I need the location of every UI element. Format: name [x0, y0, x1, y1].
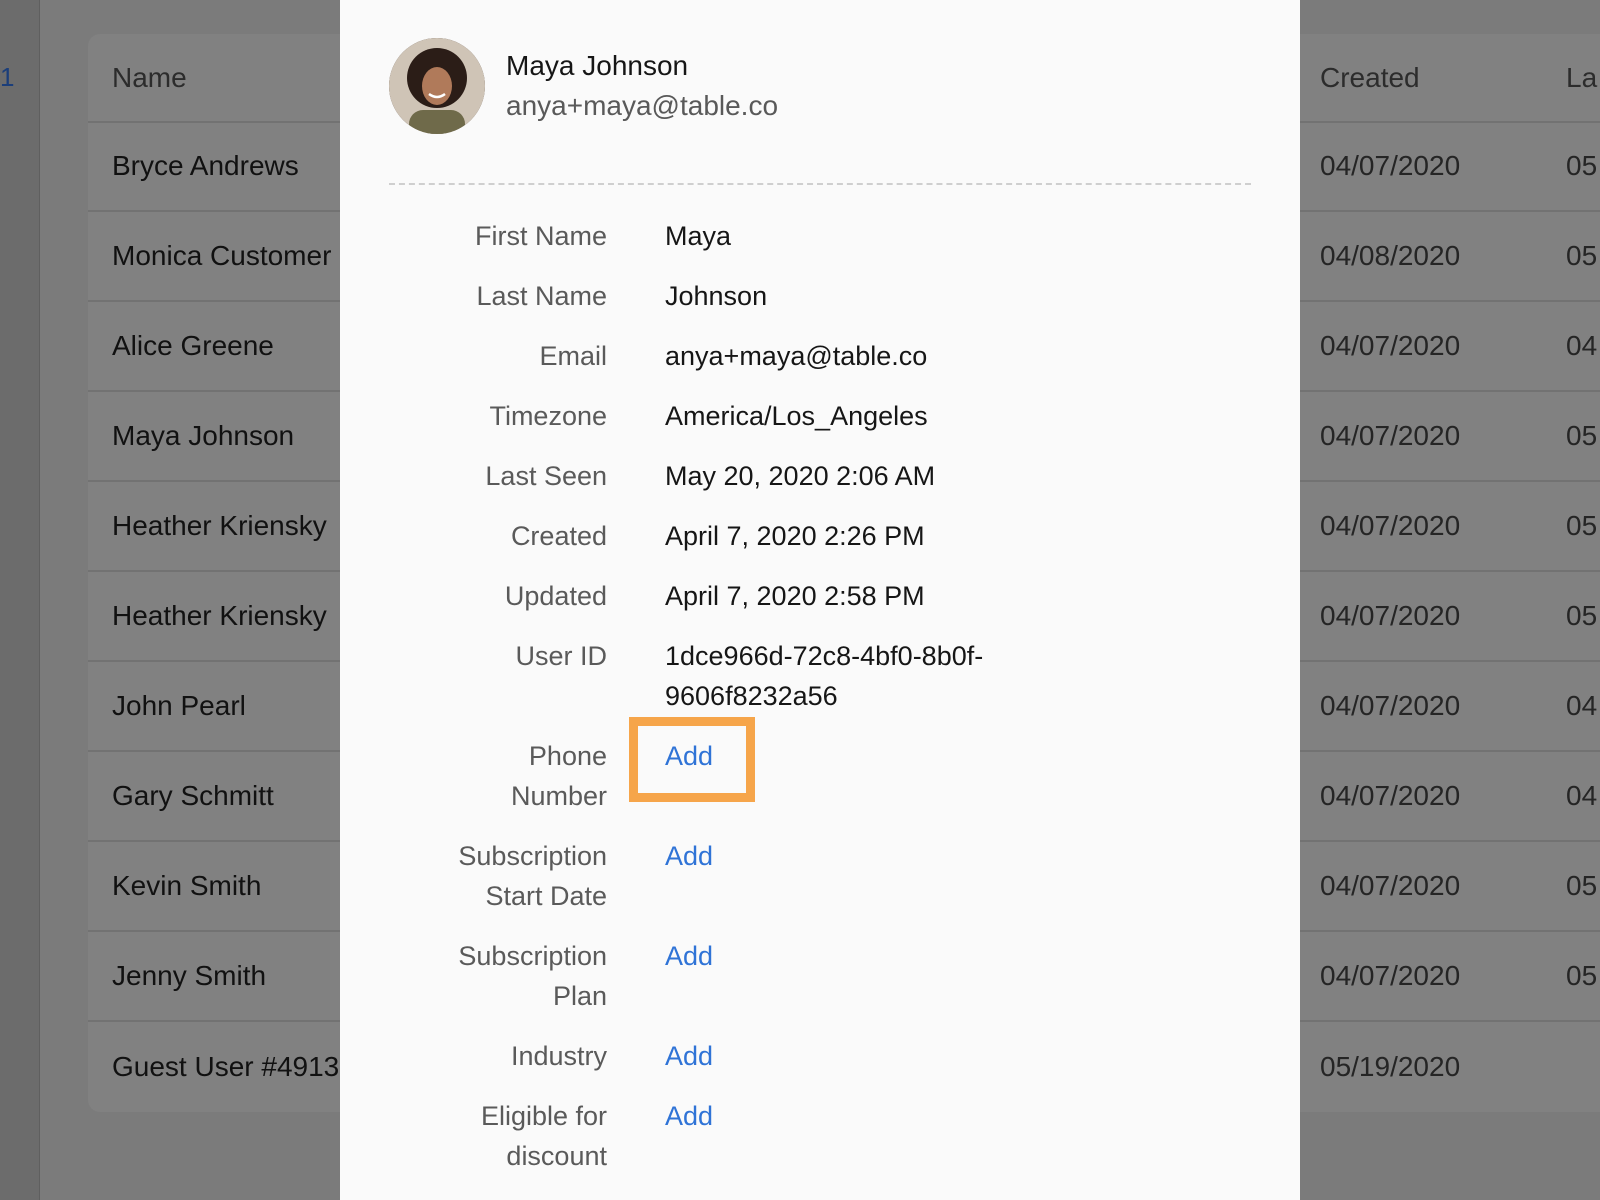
column-header-last[interactable]: La [1566, 34, 1597, 121]
row-last: 05 [1566, 600, 1598, 631]
value-last-name: Johnson [665, 281, 768, 311]
column-header-name[interactable]: Name [112, 34, 187, 121]
row-name: Heather Kriensky [112, 600, 327, 631]
profile-name: Maya Johnson [506, 50, 689, 81]
highlight-box [629, 717, 755, 802]
row-created: 04/08/2020 [1320, 240, 1461, 271]
profile-email: anya+maya@table.co [506, 90, 779, 121]
row-last: 05 [1566, 870, 1598, 901]
row-last: 05 [1566, 960, 1598, 991]
label-eligible-discount-line2: discount [506, 1141, 607, 1171]
row-last: 05 [1566, 240, 1598, 271]
row-last: 04 [1566, 330, 1598, 361]
divider [389, 183, 1251, 185]
label-last-seen: Last Seen [485, 461, 607, 491]
row-created: 04/07/2020 [1320, 960, 1461, 991]
value-updated: April 7, 2020 2:58 PM [665, 581, 925, 611]
row-last: 05 [1566, 150, 1598, 181]
background-sidebar: 1 [0, 0, 40, 1200]
label-subscription-start-line2: Start Date [485, 881, 607, 911]
row-name: Kevin Smith [112, 870, 262, 901]
row-created: 05/19/2020 [1320, 1051, 1461, 1082]
value-last-seen: May 20, 2020 2:06 AM [665, 461, 936, 491]
label-user-id: User ID [515, 641, 607, 671]
row-created: 04/07/2020 [1320, 420, 1461, 451]
row-created: 04/07/2020 [1320, 600, 1461, 631]
value-timezone: America/Los_Angeles [665, 401, 928, 431]
value-created: April 7, 2020 2:26 PM [665, 521, 925, 551]
label-phone-number-line1: Phone [528, 741, 607, 771]
add-eligible-for-discount-link[interactable]: Add [665, 1096, 713, 1136]
label-updated: Updated [504, 581, 607, 611]
label-subscription-start-line1: Subscription [458, 841, 607, 871]
column-header-created[interactable]: Created [1320, 34, 1420, 121]
row-last: 05 [1566, 510, 1598, 541]
label-last-name: Last Name [476, 281, 607, 311]
label-industry: Industry [510, 1041, 607, 1071]
sidebar-count: 1 [0, 62, 15, 92]
row-name: Guest User #4913 [112, 1051, 340, 1082]
row-created: 04/07/2020 [1320, 510, 1461, 541]
row-name: Maya Johnson [112, 420, 295, 451]
label-subscription-plan-line1: Subscription [458, 941, 607, 971]
value-user-id-line2: 9606f8232a56 [665, 681, 838, 711]
label-eligible-discount-line1: Eligible for [480, 1101, 607, 1131]
row-name: Jenny Smith [112, 960, 267, 991]
avatar [389, 38, 485, 134]
row-name: Heather Kriensky [112, 510, 327, 541]
label-phone-number-line2: Number [510, 781, 607, 811]
avatar-image [389, 38, 485, 134]
row-name: Gary Schmitt [112, 780, 274, 811]
add-subscription-start-date-link[interactable]: Add [665, 836, 713, 876]
value-user-id-line1: 1dce966d-72c8-4bf0-8b0f- [665, 641, 984, 671]
row-name: Alice Greene [112, 330, 274, 361]
row-created: 04/07/2020 [1320, 780, 1461, 811]
value-first-name: Maya [665, 221, 732, 251]
label-email: Email [539, 341, 607, 371]
row-name: John Pearl [112, 690, 246, 721]
add-subscription-plan-link[interactable]: Add [665, 936, 713, 976]
user-detail-panel: Maya Johnson anya+maya@table.co First Na… [340, 0, 1300, 1200]
label-first-name: First Name [474, 221, 607, 251]
add-industry-link[interactable]: Add [665, 1036, 713, 1076]
label-subscription-plan-line2: Plan [552, 981, 607, 1011]
row-name: Monica Customer [112, 240, 332, 271]
row-last: 04 [1566, 690, 1598, 721]
row-created: 04/07/2020 [1320, 870, 1461, 901]
row-last: 04 [1566, 780, 1598, 811]
row-created: 04/07/2020 [1320, 150, 1461, 181]
row-created: 04/07/2020 [1320, 330, 1461, 361]
row-created: 04/07/2020 [1320, 690, 1461, 721]
label-timezone: Timezone [489, 401, 607, 431]
row-name: Bryce Andrews [112, 150, 299, 181]
label-created: Created [510, 521, 607, 551]
value-email: anya+maya@table.co [665, 341, 928, 371]
row-last: 05 [1566, 420, 1598, 451]
